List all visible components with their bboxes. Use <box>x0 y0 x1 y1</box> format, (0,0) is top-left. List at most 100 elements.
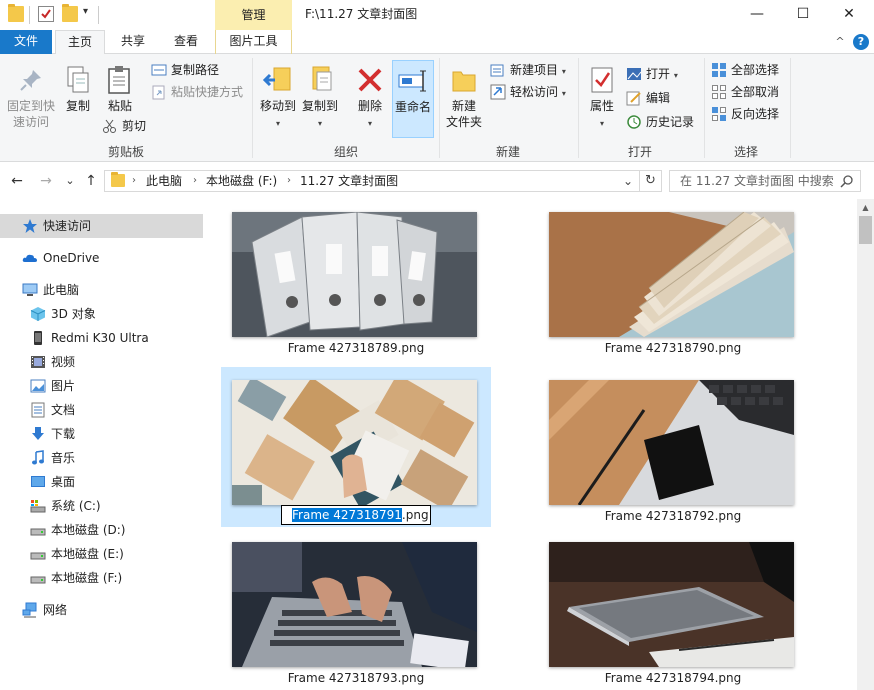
nav-item-music[interactable]: 音乐 <box>0 446 203 470</box>
tab-home[interactable]: 主页 <box>55 30 105 55</box>
scroll-up-arrow-icon[interactable]: ▲ <box>857 199 874 216</box>
nav-label: 此电脑 <box>43 283 80 297</box>
address-bar[interactable]: › 此电脑 › 本地磁盘 (F:) › 11.27 文章封面图 ⌄ <box>104 170 640 192</box>
open-button[interactable]: 打开 ▾ <box>626 64 678 84</box>
select-all-button[interactable]: 全部选择 <box>711 60 779 80</box>
delete-label: 删除 <box>357 99 382 113</box>
file-tile-selected[interactable]: Frame 427318791.png <box>221 367 491 527</box>
nav-item-redmi-k30-ultra[interactable]: Redmi K30 Ultra <box>0 326 203 350</box>
ribbon-collapse-button[interactable]: ^ <box>832 34 848 50</box>
new-folder-button[interactable]: 新建 文件夹 <box>444 64 484 130</box>
group-separator <box>790 58 791 158</box>
computer-icon <box>22 282 38 298</box>
group-label-new: 新建 <box>495 145 520 159</box>
breadcrumb-this-pc[interactable]: 此电脑 <box>146 171 182 191</box>
breadcrumb-separator: › <box>193 175 197 186</box>
nav-item-quick-access[interactable]: 快速访问 <box>0 214 203 238</box>
file-tile[interactable]: Frame 427318793.png <box>221 529 491 689</box>
cut-button[interactable]: 剪切 <box>102 116 146 136</box>
file-tile[interactable]: Frame 427318792.png <box>538 367 808 527</box>
breadcrumb-current-folder[interactable]: 11.27 文章封面图 <box>300 171 398 191</box>
rename-label: 重命名 <box>394 100 431 114</box>
tab-file[interactable]: 文件 <box>0 30 52 54</box>
group-separator <box>578 58 579 158</box>
paste-shortcut-label: 粘贴快捷方式 <box>171 85 244 99</box>
properties-icon[interactable] <box>38 6 54 22</box>
scrollbar-thumb[interactable] <box>859 216 872 244</box>
paste-label: 粘贴 <box>107 99 132 113</box>
nav-item-drive-e[interactable]: 本地磁盘 (E:) <box>0 542 203 566</box>
rename-input[interactable]: Frame 427318791.png <box>281 505 431 525</box>
recent-locations-button[interactable]: ⌄ <box>60 172 80 190</box>
file-name: Frame 427318793.png <box>287 671 425 685</box>
copy-button[interactable]: 复制 <box>60 64 96 114</box>
edit-button[interactable]: 编辑 <box>626 88 670 108</box>
search-icon[interactable] <box>840 174 854 188</box>
rename-button[interactable]: 重命名 <box>392 60 434 138</box>
search-box[interactable]: 在 11.27 文章封面图 中搜索 <box>669 170 861 192</box>
pin-quick-access-button[interactable]: 固定到快 速访问 <box>4 64 58 130</box>
nav-item-videos[interactable]: 视频 <box>0 350 203 374</box>
new-folder-icon[interactable] <box>62 4 78 22</box>
nav-item-network[interactable]: 网络 <box>0 598 203 622</box>
nav-label: 视频 <box>51 355 76 369</box>
properties-button[interactable]: 属性 ▾ <box>583 64 621 132</box>
back-button[interactable]: ← <box>7 172 27 190</box>
nav-item-onedrive[interactable]: OneDrive <box>0 246 203 270</box>
properties-label: 属性 <box>589 99 614 113</box>
tab-picture-tools[interactable]: 图片工具 <box>215 30 292 54</box>
nav-item-drive-f[interactable]: 本地磁盘 (F:) <box>0 566 203 590</box>
nav-label: 文档 <box>51 403 76 417</box>
close-button[interactable]: ✕ <box>826 0 872 30</box>
vertical-scrollbar[interactable]: ▲ <box>857 199 874 690</box>
copy-path-button[interactable]: 复制路径 <box>151 60 219 80</box>
forward-button[interactable]: → <box>36 172 56 190</box>
history-button[interactable]: 历史记录 <box>626 112 694 132</box>
drive-icon <box>30 570 46 586</box>
file-name: Frame 427318789.png <box>287 341 425 355</box>
image-thumbnail <box>549 542 794 667</box>
nav-label: OneDrive <box>43 251 100 265</box>
tab-view[interactable]: 查看 <box>161 30 211 54</box>
paste-button[interactable]: 粘贴 <box>100 64 140 114</box>
nav-label: 本地磁盘 (F:) <box>51 571 123 585</box>
move-to-button[interactable]: 移动到 ▾ <box>258 64 298 132</box>
nav-item-drive-d[interactable]: 本地磁盘 (D:) <box>0 518 203 542</box>
nav-item-3d-objects[interactable]: 3D 对象 <box>0 302 203 326</box>
nav-item-downloads[interactable]: 下载 <box>0 422 203 446</box>
refresh-button[interactable]: ↻ <box>640 170 662 192</box>
scissors-icon <box>102 118 118 134</box>
folder-icon[interactable] <box>8 4 24 22</box>
nav-item-pictures[interactable]: 图片 <box>0 374 203 398</box>
ribbon: 固定到快 速访问 复制 粘贴 复制路径 粘贴快捷方式 剪切 剪贴板 移动到▾ <box>0 54 874 162</box>
qat-dropdown[interactable]: ▾ <box>83 6 88 17</box>
minimize-button[interactable]: — <box>734 0 780 30</box>
paste-shortcut-button[interactable]: 粘贴快捷方式 <box>151 82 243 102</box>
help-button[interactable]: ? <box>853 34 869 50</box>
address-dropdown-button[interactable]: ⌄ <box>623 171 633 191</box>
title-bar: ▾ 管理 F:\11.27 文章封面图 — ☐ ✕ <box>0 0 874 30</box>
nav-item-documents[interactable]: 文档 <box>0 398 203 422</box>
tab-share[interactable]: 共享 <box>108 30 158 54</box>
properties-icon <box>586 64 618 96</box>
breadcrumb-drive-f[interactable]: 本地磁盘 (F:) <box>206 171 277 191</box>
new-item-button[interactable]: 新建项目 ▾ <box>490 60 566 80</box>
file-tile[interactable]: Frame 427318790.png <box>538 199 808 359</box>
copy-to-button[interactable]: 复制到 ▾ <box>300 64 340 132</box>
breadcrumb-separator: › <box>287 175 291 186</box>
up-button[interactable]: ↑ <box>81 172 101 190</box>
delete-button[interactable]: 删除 ▾ <box>352 64 388 132</box>
invert-selection-button[interactable]: 反向选择 <box>711 104 779 124</box>
nav-item-drive-c[interactable]: 系统 (C:) <box>0 494 203 518</box>
nav-label: 下载 <box>51 427 76 441</box>
pin-label-1: 固定到快 <box>6 99 55 113</box>
move-to-icon <box>262 64 294 96</box>
nav-item-this-pc[interactable]: 此电脑 <box>0 278 203 302</box>
file-tile[interactable]: Frame 427318794.png <box>538 529 808 689</box>
select-none-button[interactable]: 全部取消 <box>711 82 779 102</box>
folder-icon <box>111 172 125 187</box>
easy-access-button[interactable]: 轻松访问 ▾ <box>490 82 566 102</box>
file-tile[interactable]: Frame 427318789.png <box>221 199 491 359</box>
maximize-button[interactable]: ☐ <box>780 0 826 30</box>
nav-item-desktop[interactable]: 桌面 <box>0 470 203 494</box>
